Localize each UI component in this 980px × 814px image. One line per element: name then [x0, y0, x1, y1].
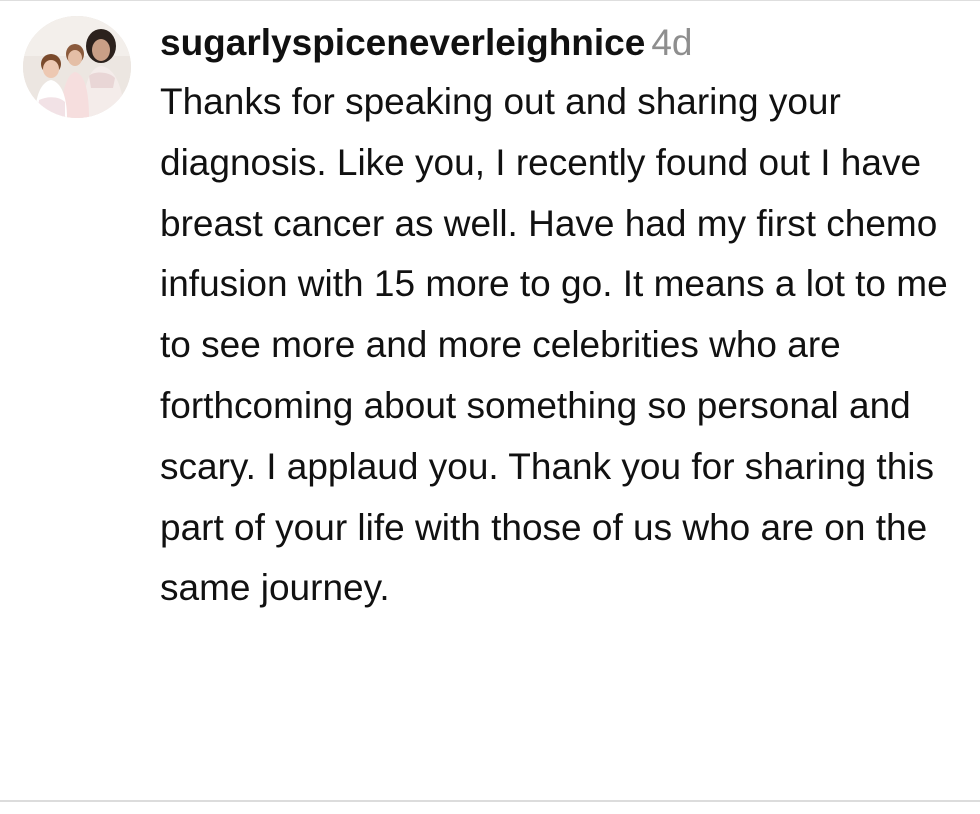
comment-header: sugarlyspiceneverleighnice 4d [160, 18, 968, 68]
bottom-divider [0, 800, 980, 802]
comment-text: Thanks for speaking out and sharing your… [160, 81, 948, 609]
user-avatar[interactable] [23, 16, 131, 118]
comment-body: sugarlyspiceneverleighnice 4d Thanks for … [160, 18, 968, 619]
comment-item: sugarlyspiceneverleighnice 4d Thanks for … [0, 0, 980, 800]
comment-timestamp[interactable]: 4d [651, 22, 692, 63]
avatar-photo-image [23, 16, 131, 118]
username-link[interactable]: sugarlyspiceneverleighnice [160, 22, 645, 63]
